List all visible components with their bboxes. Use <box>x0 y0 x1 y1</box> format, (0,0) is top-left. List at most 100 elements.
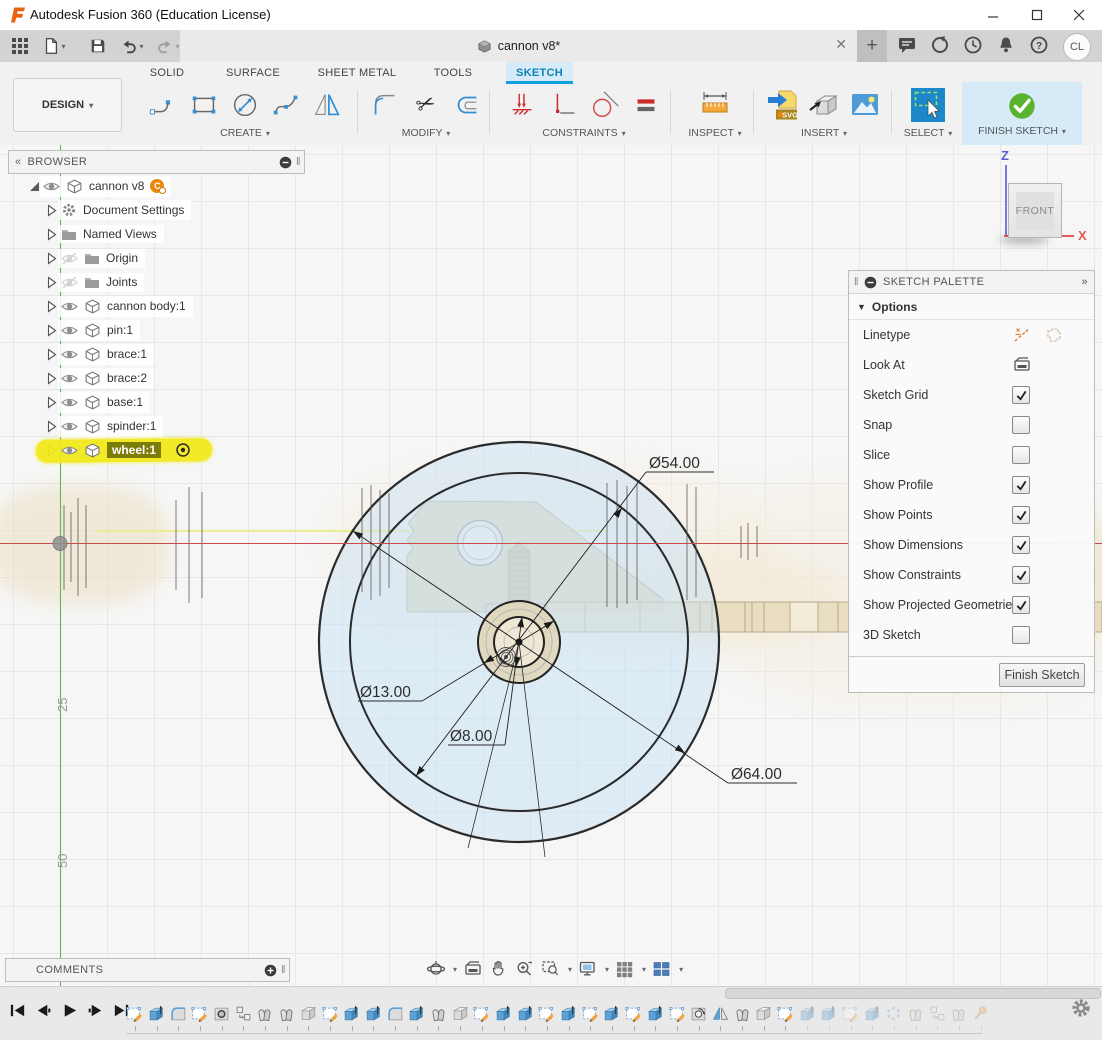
comment-icon[interactable] <box>897 35 917 55</box>
timeline-feature-joint[interactable] <box>254 1002 276 1024</box>
expand-arrow-icon[interactable] <box>46 348 58 361</box>
expand-arrow-icon[interactable] <box>46 228 58 241</box>
dimension-label[interactable]: Ø64.00 <box>731 766 782 783</box>
timeline-feature-extrude[interactable] <box>406 1002 428 1024</box>
expand-arrow-icon[interactable] <box>46 372 58 385</box>
trim-tool[interactable]: ✂ <box>409 88 443 122</box>
minimize-icon[interactable] <box>976 4 1010 26</box>
timeline-feature-extrude[interactable] <box>601 1002 623 1024</box>
timeline-feature-body[interactable] <box>298 1002 320 1024</box>
plus-circle-icon[interactable] <box>264 964 277 977</box>
browser-item-label[interactable]: cannon v8 <box>89 179 144 193</box>
browser-item-label[interactable]: Joints <box>106 275 137 289</box>
notifications-icon[interactable] <box>996 35 1016 55</box>
avatar[interactable]: CL <box>1063 33 1091 61</box>
timeline-feature-joint[interactable] <box>276 1002 298 1024</box>
group-label-inspect[interactable]: INSPECT ▾ <box>688 127 741 139</box>
dimension-label[interactable]: Ø8.00 <box>450 728 493 745</box>
browser-item-spinder-1[interactable]: spinder:1 <box>8 414 305 438</box>
timeline-feature-extrude[interactable] <box>861 1002 883 1024</box>
expand-arrow-icon[interactable] <box>46 324 58 337</box>
vertical-horizontal-constraint-icon[interactable] <box>547 88 581 122</box>
timeline-feature-joint[interactable] <box>428 1002 450 1024</box>
expand-arrow-icon[interactable] <box>46 420 58 433</box>
activate-component-icon[interactable] <box>175 442 191 458</box>
group-label-constraints[interactable]: CONSTRAINTS ▾ <box>542 127 625 139</box>
finish-sketch-palette-button[interactable]: Finish Sketch <box>999 663 1085 687</box>
canvas-tool[interactable] <box>848 88 882 122</box>
tab-surface[interactable]: SURFACE <box>214 62 292 84</box>
finish-sketch-button[interactable]: FINISH SKETCH ▾ <box>962 82 1082 145</box>
timeline-feature-joint[interactable] <box>731 1002 753 1024</box>
browser-item-label[interactable]: Document Settings <box>83 203 184 217</box>
checkbox-show-points[interactable] <box>1012 506 1030 524</box>
checkbox-show-constraints[interactable] <box>1012 566 1030 584</box>
spline-tool[interactable] <box>269 88 303 122</box>
comments-header[interactable]: COMMENTS ‖ <box>5 958 290 982</box>
go-to-start-icon[interactable] <box>8 1001 27 1020</box>
close-icon[interactable] <box>1062 4 1096 26</box>
app-grid-icon[interactable] <box>8 35 32 57</box>
chevron-down-icon[interactable]: ▾ <box>568 965 572 974</box>
visibility-eye-icon[interactable] <box>61 443 78 458</box>
visibility-eye-icon[interactable] <box>61 419 78 434</box>
line-tool[interactable] <box>146 88 180 122</box>
browser-item-label[interactable]: Origin <box>106 251 138 265</box>
browser-item-brace-1[interactable]: brace:1 <box>8 342 305 366</box>
browser-item-base-1[interactable]: base:1 <box>8 390 305 414</box>
fillet-tool[interactable] <box>368 88 402 122</box>
tab-sheet-metal[interactable]: SHEET METAL <box>308 62 406 84</box>
mirror-tool[interactable] <box>310 88 344 122</box>
checkbox-3d-sketch[interactable] <box>1012 626 1030 644</box>
browser-item-label[interactable]: brace:1 <box>107 347 147 361</box>
step-forward-icon[interactable] <box>86 1001 105 1020</box>
browser-item-label[interactable]: base:1 <box>107 395 143 409</box>
timeline-feature-extrude[interactable] <box>493 1002 515 1024</box>
circle-tool[interactable] <box>228 88 262 122</box>
chevron-down-icon[interactable]: ▾ <box>679 965 683 974</box>
maximize-icon[interactable] <box>1020 4 1054 26</box>
browser-item-label[interactable]: wheel:1 <box>107 442 161 458</box>
browser-item-label[interactable]: pin:1 <box>107 323 133 337</box>
chevron-down-icon[interactable]: ▾ <box>605 965 609 974</box>
browser-item-cannon-body-1[interactable]: cannon body:1 <box>8 294 305 318</box>
expand-right-icon[interactable]: » <box>1081 276 1088 288</box>
look-at-icon[interactable] <box>1012 355 1032 375</box>
insert-svg-tool[interactable]: SVG <box>766 88 800 122</box>
timeline-feature-fillet[interactable] <box>167 1002 189 1024</box>
timeline-feature-body[interactable] <box>449 1002 471 1024</box>
timeline-feature-pin[interactable] <box>970 1002 992 1024</box>
timeline-feature-mirror[interactable] <box>710 1002 732 1024</box>
timeline-feature-sketch[interactable] <box>579 1002 601 1024</box>
timeline-scrollbar[interactable] <box>725 988 1101 999</box>
grid-settings-icon[interactable] <box>615 959 635 979</box>
browser-item-named-views[interactable]: Named Views <box>8 222 305 246</box>
timeline-feature-pattern[interactable] <box>883 1002 905 1024</box>
measure-tool[interactable] <box>698 88 732 122</box>
group-label-insert[interactable]: INSERT ▾ <box>801 127 847 139</box>
checkbox-show-dimensions[interactable] <box>1012 536 1030 554</box>
timeline-feature-sketch[interactable] <box>471 1002 493 1024</box>
timeline-feature-sketch[interactable] <box>775 1002 797 1024</box>
tab-tools[interactable]: TOOLS <box>424 62 482 84</box>
insert-mesh-tool[interactable] <box>807 88 841 122</box>
timeline-feature-revolve[interactable] <box>688 1002 710 1024</box>
browser-item-joints[interactable]: Joints <box>8 270 305 294</box>
group-label-modify[interactable]: MODIFY ▾ <box>402 127 451 139</box>
browser-item-label[interactable]: brace:2 <box>107 371 147 385</box>
tangent-constraint-icon[interactable] <box>588 88 622 122</box>
timeline-feature-sketch[interactable] <box>319 1002 341 1024</box>
play-icon[interactable] <box>60 1001 79 1020</box>
timeline-feature-joint[interactable] <box>948 1002 970 1024</box>
timeline-feature-extrude[interactable] <box>818 1002 840 1024</box>
workspace-switcher[interactable]: DESIGN▾ <box>13 78 122 132</box>
dimension-label[interactable]: Ø13.00 <box>360 684 411 701</box>
timeline-feature-fillet[interactable] <box>384 1002 406 1024</box>
visibility-eye-icon[interactable] <box>61 299 78 314</box>
tab-close-icon[interactable]: ✕ <box>835 36 847 53</box>
checkbox-snap[interactable] <box>1012 416 1030 434</box>
timeline-feature-extrude[interactable] <box>363 1002 385 1024</box>
checkbox-show-projected-geometries[interactable] <box>1012 596 1030 614</box>
chevron-down-icon[interactable]: ▾ <box>453 965 457 974</box>
sketch-palette-header[interactable]: ‖ SKETCH PALETTE » <box>849 271 1094 294</box>
